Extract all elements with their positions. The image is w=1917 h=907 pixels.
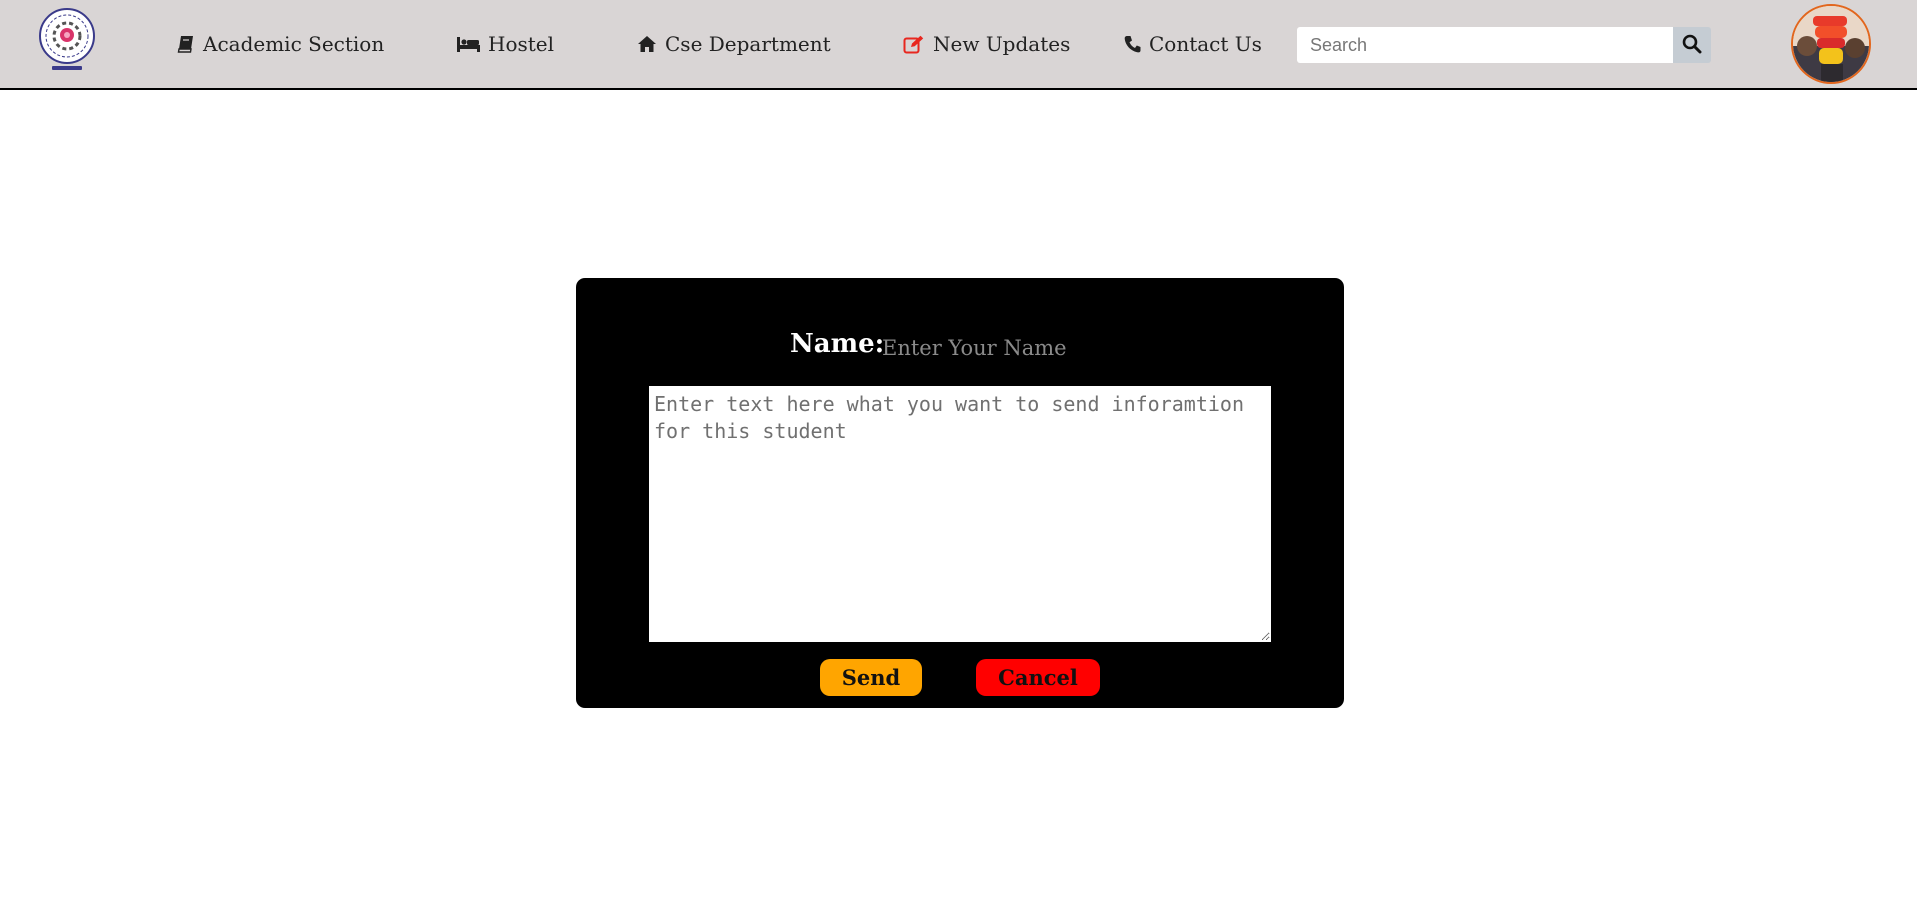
search-button[interactable]	[1673, 27, 1711, 63]
home-icon	[637, 35, 657, 53]
name-field[interactable]	[882, 330, 1242, 366]
name-label: Name:	[790, 329, 885, 359]
search-bar	[1297, 27, 1711, 63]
top-navbar: Academic Section Hostel Cse Department N…	[0, 0, 1917, 90]
nav-contact-us-label: Contact Us	[1149, 32, 1262, 56]
nav-cse-department[interactable]: Cse Department	[637, 30, 831, 58]
nav-hostel-label: Hostel	[488, 32, 555, 56]
edit-icon	[903, 35, 925, 54]
nav-hostel[interactable]: Hostel	[456, 30, 554, 58]
university-logo[interactable]	[36, 6, 98, 74]
nav-academic-section-label: Academic Section	[203, 32, 385, 56]
book-icon	[177, 35, 195, 53]
cancel-button[interactable]: Cancel	[976, 659, 1100, 696]
nav-new-updates-label: New Updates	[933, 32, 1071, 56]
nav-cse-department-label: Cse Department	[665, 32, 831, 56]
bed-icon	[456, 35, 480, 53]
phone-icon	[1124, 35, 1141, 53]
nav-new-updates[interactable]: New Updates	[903, 30, 1070, 58]
profile-avatar[interactable]	[1791, 4, 1871, 84]
send-button[interactable]: Send	[820, 659, 922, 696]
search-icon	[1682, 34, 1702, 57]
search-input[interactable]	[1297, 27, 1673, 63]
send-message-panel: Name: Send Cancel	[576, 278, 1344, 708]
nav-academic-section[interactable]: Academic Section	[177, 30, 384, 58]
nav-contact-us[interactable]: Contact Us	[1124, 30, 1262, 58]
message-textarea[interactable]	[649, 386, 1271, 642]
